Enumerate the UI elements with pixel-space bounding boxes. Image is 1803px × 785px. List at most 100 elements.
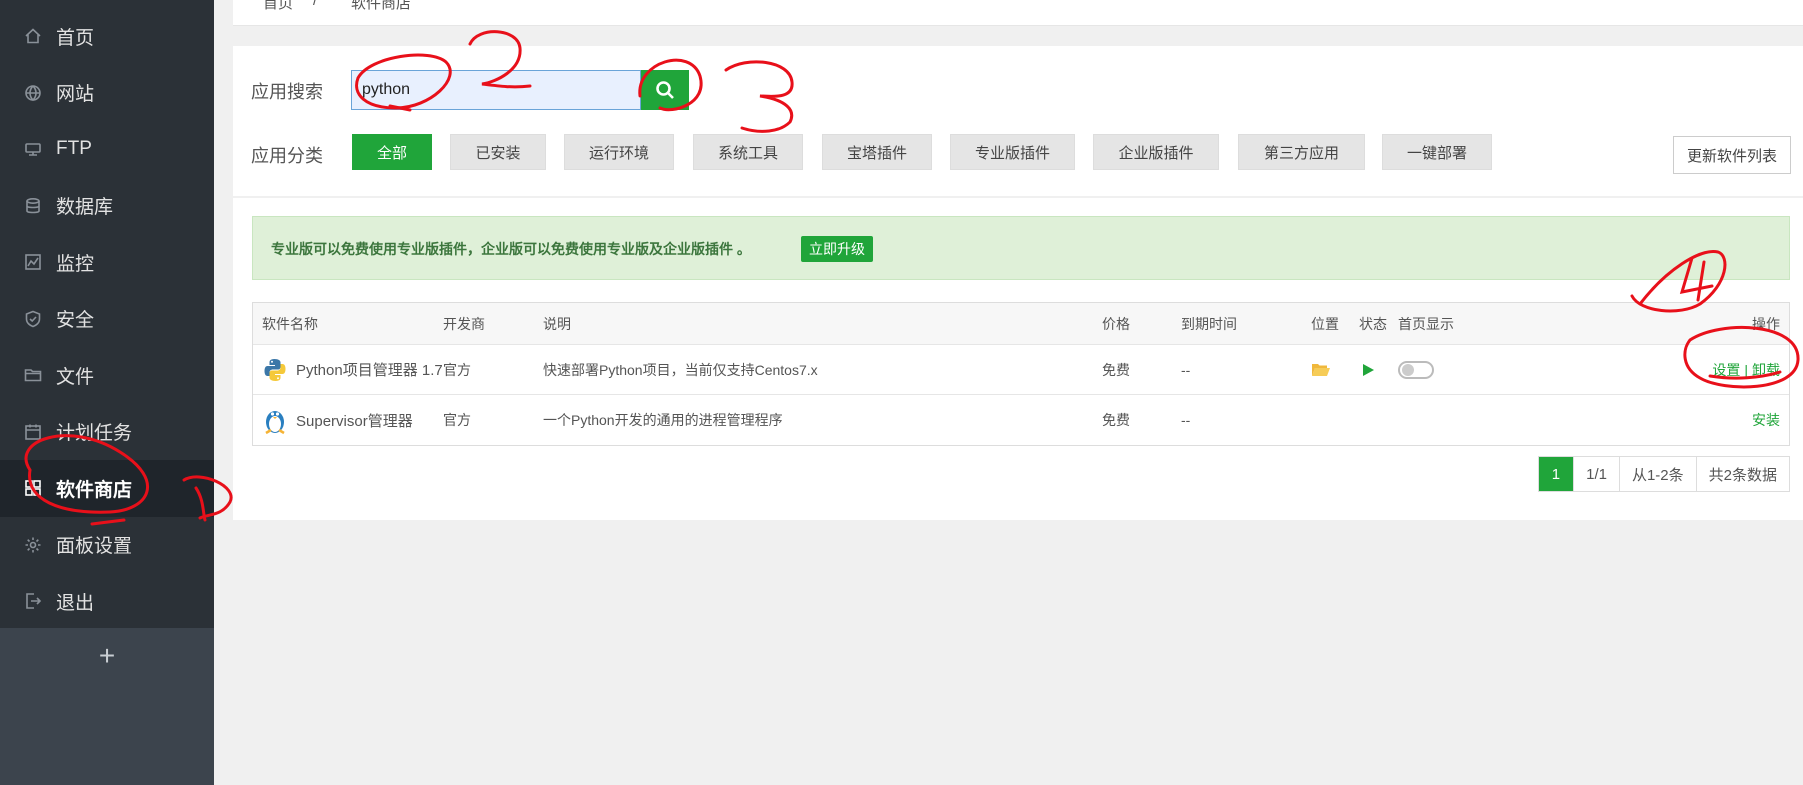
ftp-icon [24, 140, 42, 158]
software-name-cell: Supervisor管理器 [262, 395, 413, 445]
col-home-display: 首页显示 [1398, 315, 1454, 332]
breadcrumb-current: 软件商店 [351, 0, 412, 12]
sidebar-item-label: FTP [56, 138, 92, 160]
database-icon [24, 197, 42, 215]
tux-icon [262, 405, 288, 435]
category-installed[interactable]: 已安装 [450, 134, 546, 170]
upgrade-notice: 专业版可以免费使用专业版插件，企业版可以免费使用专业版及企业版插件 。 立即升级 [252, 216, 1790, 280]
software-list-panel: 专业版可以免费使用专业版插件，企业版可以免费使用专业版及企业版插件 。 立即升级… [233, 198, 1803, 520]
category-third-party[interactable]: 第三方应用 [1238, 134, 1365, 170]
col-name[interactable]: 软件名称 [262, 303, 318, 344]
open-folder-button[interactable] [1311, 345, 1331, 394]
category-bt-plugins[interactable]: 宝塔插件 [822, 134, 932, 170]
category-enterprise-plugins[interactable]: 企业版插件 [1093, 134, 1219, 170]
search-icon [656, 81, 674, 99]
software-expire: -- [1181, 412, 1191, 428]
col-status: 状态 [1359, 315, 1387, 332]
folder-open-icon [1312, 363, 1330, 376]
filter-panel: 应用搜索 应用分类 全部 已安装 运行环境 系统工具 宝塔插件 专业版插件 企业… [233, 46, 1803, 196]
home-display-toggle[interactable] [1398, 345, 1434, 394]
globe-icon [24, 84, 42, 102]
page-total: 共2条数据 [1695, 457, 1789, 491]
sidebar-item-home[interactable]: 首页 [0, 8, 214, 65]
software-developer: 官方 [443, 361, 471, 378]
logout-icon [24, 592, 42, 610]
python-logo-icon [262, 355, 288, 385]
sidebar-item-label: 面板设置 [56, 536, 133, 558]
table-row: Python项目管理器 1.7 官方 快速部署Python项目，当前仅支持Cen… [253, 345, 1789, 395]
sidebar-item-label: 软件商店 [56, 479, 133, 501]
sidebar-item-database[interactable]: 数据库 [0, 178, 214, 235]
category-pro-plugins[interactable]: 专业版插件 [950, 134, 1075, 170]
col-location: 位置 [1311, 315, 1339, 332]
sidebar-item-label: 监控 [56, 253, 95, 275]
sidebar-item-logout[interactable]: 退出 [0, 573, 214, 630]
sidebar-item-label: 计划任务 [56, 423, 133, 445]
operations-cell: 安装 [1752, 395, 1780, 445]
search-button[interactable] [641, 70, 689, 110]
page-current[interactable]: 1 [1538, 457, 1574, 491]
software-description: 一个Python开发的通用的进程管理程序 [543, 412, 783, 428]
gear-icon [24, 536, 42, 554]
sidebar-item-label: 文件 [56, 366, 95, 388]
category-runtime[interactable]: 运行环境 [564, 134, 674, 170]
sidebar-item-cron[interactable]: 计划任务 [0, 404, 214, 461]
page-count: 1/1 [1573, 457, 1619, 491]
category-label: 应用分类 [251, 146, 323, 166]
calendar-icon [24, 423, 42, 441]
apps-icon [24, 479, 42, 497]
software-name: Supervisor管理器 [296, 412, 413, 430]
software-price: 免费 [1102, 361, 1130, 378]
sidebar-item-files[interactable]: 文件 [0, 347, 214, 404]
folder-icon [24, 366, 42, 384]
col-expire: 到期时间 [1181, 315, 1237, 332]
sidebar-item-label: 退出 [56, 592, 95, 614]
table-header: 软件名称 开发商 说明 价格 到期时间 位置 状态 首页显示 操作 [253, 303, 1789, 345]
add-shortcut-button[interactable]: + [0, 628, 214, 684]
toggle-switch [1398, 360, 1434, 379]
sidebar-item-label: 网站 [56, 84, 95, 106]
table-row: Supervisor管理器 官方 一个Python开发的通用的进程管理程序 免费… [253, 395, 1789, 445]
start-service-button[interactable] [1361, 345, 1375, 394]
sidebar-item-software-store[interactable]: 软件商店 [0, 460, 214, 517]
col-operations: 操作 [1752, 315, 1780, 332]
pagination: 1 1/1 从1-2条 共2条数据 [1537, 456, 1790, 492]
search-label: 应用搜索 [251, 82, 323, 102]
operations-cell: 设置 | 卸载 [1712, 345, 1780, 394]
software-name-cell: Python项目管理器 1.7 [262, 345, 443, 394]
monitor-icon [24, 253, 42, 271]
shield-icon [24, 310, 42, 328]
col-description: 说明 [543, 315, 571, 332]
install-link[interactable]: 安装 [1752, 410, 1780, 430]
breadcrumb: 首页 / 软件商店 [233, 0, 1803, 26]
upgrade-button[interactable]: 立即升级 [801, 236, 873, 262]
sidebar-item-label: 安全 [56, 310, 95, 332]
breadcrumb-separator: / [313, 0, 318, 9]
sidebar-item-monitor[interactable]: 监控 [0, 234, 214, 291]
sidebar-menu: 首页 网站 FTP 数据库 监控 安全 文件 计划任务 软件商店 面板设置 退出 [0, 0, 214, 628]
category-system-tools[interactable]: 系统工具 [693, 134, 803, 170]
sidebar-item-ftp[interactable]: FTP [0, 121, 214, 178]
sidebar-item-panel-settings[interactable]: 面板设置 [0, 517, 214, 574]
col-developer: 开发商 [443, 315, 485, 332]
software-price: 免费 [1102, 412, 1130, 428]
sidebar-item-website[interactable]: 网站 [0, 65, 214, 122]
software-name: Python项目管理器 1.7 [296, 362, 443, 379]
search-input[interactable] [352, 71, 640, 109]
settings-link[interactable]: 设置 [1712, 360, 1740, 380]
sidebar-item-label: 首页 [56, 27, 95, 49]
search-box [351, 70, 641, 110]
refresh-software-list-button[interactable]: 更新软件列表 [1673, 136, 1791, 174]
category-all[interactable]: 全部 [352, 134, 432, 170]
software-developer: 官方 [443, 412, 471, 428]
play-icon [1363, 363, 1374, 376]
breadcrumb-home[interactable]: 首页 [263, 0, 293, 13]
sidebar-item-security[interactable]: 安全 [0, 291, 214, 348]
page-range: 从1-2条 [1618, 457, 1696, 491]
home-icon [24, 27, 42, 45]
col-price[interactable]: 价格 [1102, 303, 1130, 344]
software-expire: -- [1181, 361, 1191, 378]
notice-text: 专业版可以免费使用专业版插件，企业版可以免费使用专业版及企业版插件 。 [271, 241, 751, 257]
category-one-click-deploy[interactable]: 一键部署 [1382, 134, 1492, 170]
uninstall-link[interactable]: 卸载 [1752, 360, 1780, 380]
